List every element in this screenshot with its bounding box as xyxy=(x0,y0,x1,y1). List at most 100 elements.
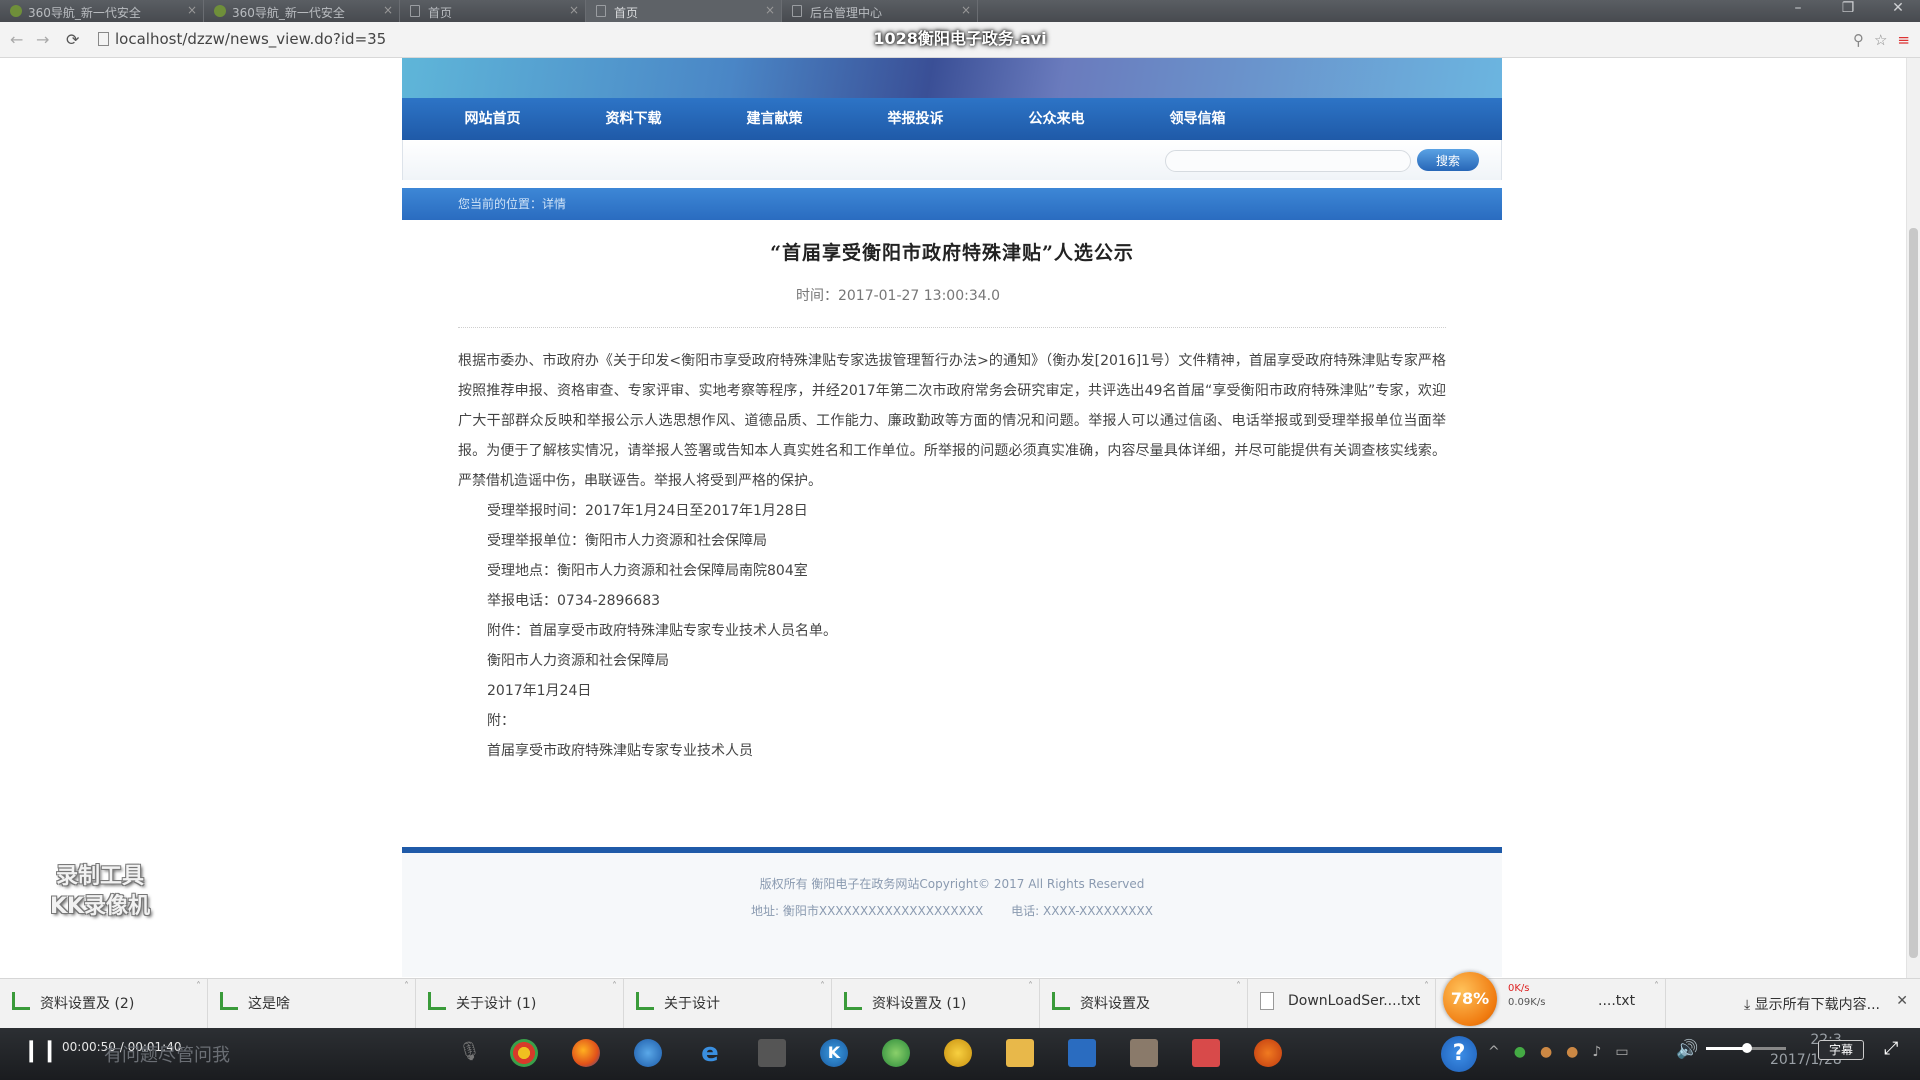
divider xyxy=(458,327,1446,328)
chevron-down-icon[interactable]: ˄ xyxy=(404,981,409,992)
chevron-down-icon[interactable]: ˄ xyxy=(1028,981,1033,992)
download-speed: 0.09K/s xyxy=(1508,997,1546,1008)
download-item[interactable]: ....txt ˄ xyxy=(1570,979,1666,1029)
article-line: 受理举报时间：2017年1月24日至2017年1月28日 xyxy=(487,503,808,519)
store-icon[interactable] xyxy=(758,1039,786,1067)
chevron-down-icon[interactable]: ˄ xyxy=(196,981,201,992)
app-leaf-icon[interactable] xyxy=(882,1039,910,1067)
nav-item-downloads[interactable]: 资料下载 xyxy=(563,98,704,140)
recorder-watermark: 录制工具 KK录像机 xyxy=(49,864,151,919)
word-icon[interactable] xyxy=(1068,1039,1096,1067)
tray-app-icon[interactable]: ● xyxy=(1540,1044,1552,1060)
firefox-icon[interactable] xyxy=(572,1039,600,1067)
download-file-icon xyxy=(12,992,30,1010)
page-scrollbar[interactable] xyxy=(1906,58,1920,978)
page-icon xyxy=(596,5,606,17)
close-icon[interactable]: × xyxy=(383,3,393,17)
maximize-icon[interactable]: ❐ xyxy=(1834,0,1862,22)
download-bar: 资料设置及 (2) ˄ 这是啥 ˄ 关于设计 (1) ˄ 关于设计 ˄ 资料设置及 (1… xyxy=(0,978,1920,1029)
download-item[interactable]: 关于设计 (1) ˄ xyxy=(416,979,624,1029)
edge-icon[interactable]: e xyxy=(696,1039,724,1067)
article-line: 举报电话：0734-2896683 xyxy=(487,593,661,609)
article-body: 根据市委办、市政府办《关于印发<衡阳市享受政府特殊津贴专家选拔管理暂行办法>的通… xyxy=(458,346,1446,766)
speaker-icon[interactable]: ♪ xyxy=(1592,1044,1601,1060)
breadcrumb: 您当前的位置：详情 xyxy=(402,188,1502,220)
chevron-down-icon[interactable]: ˄ xyxy=(612,981,617,992)
close-icon[interactable]: × xyxy=(961,3,971,17)
close-icon[interactable]: ✕ xyxy=(1896,993,1908,1009)
browser-360-icon[interactable] xyxy=(634,1039,662,1067)
footer-copyright: 版权所有 衡阳电子在政务网站Copyright© 2017 All Rights… xyxy=(759,877,1145,891)
browser-tab[interactable]: 360导航_新一代安全 × xyxy=(0,0,204,22)
main-nav: 网站首页 资料下载 建言献策 举报投诉 公众来电 领导信箱 xyxy=(402,98,1502,140)
app-bird-icon[interactable] xyxy=(944,1039,972,1067)
security-icon[interactable]: ● xyxy=(1514,1044,1526,1060)
pause-icon[interactable]: ❙❙ xyxy=(22,1038,59,1063)
network-icon[interactable]: ▭ xyxy=(1615,1044,1628,1060)
browser-tab-bar: 360导航_新一代安全 × 360导航_新一代安全 × 首页 × 首页 × 后台管理中心… xyxy=(0,0,1920,22)
file-explorer-icon[interactable] xyxy=(1006,1039,1034,1067)
browser-tab[interactable]: 360导航_新一代安全 × xyxy=(204,0,400,22)
speed-ball[interactable]: 78% xyxy=(1443,972,1497,1026)
kk-recorder-icon[interactable]: K xyxy=(820,1039,848,1067)
close-icon[interactable]: × xyxy=(765,3,775,17)
cortana-search-hint[interactable]: 有问题尽管问我 xyxy=(104,1041,230,1067)
archive-icon[interactable] xyxy=(1130,1039,1158,1067)
network-speed: 0K/s 0.09K/s xyxy=(1508,982,1545,1010)
chevron-up-icon[interactable]: ^ xyxy=(1488,1044,1500,1060)
download-file-icon xyxy=(428,992,446,1010)
download-file-icon xyxy=(844,992,862,1010)
pdf-icon[interactable] xyxy=(1192,1039,1220,1067)
nav-item-complaints[interactable]: 举报投诉 xyxy=(845,98,986,140)
close-icon[interactable]: × xyxy=(569,3,579,17)
system-tray: ^ ● ● ● ♪ ▭ xyxy=(1488,1044,1629,1060)
show-all-downloads-link[interactable]: ⤓ 显示所有下载内容... xyxy=(1744,994,1880,1014)
nav-item-leader-mailbox[interactable]: 领导信箱 xyxy=(1127,98,1268,140)
article-line: 衡阳市人力资源和社会保障局 xyxy=(487,653,669,669)
volume-knob[interactable] xyxy=(1742,1043,1752,1053)
chevron-down-icon[interactable]: ˄ xyxy=(1236,981,1241,992)
nav-item-public-calls[interactable]: 公众来电 xyxy=(986,98,1127,140)
close-window-icon[interactable]: ✕ xyxy=(1884,0,1912,22)
footer-phone: 电话: XXXX-XXXXXXXXX xyxy=(1011,904,1153,918)
article-title: “首届享受衡阳市政府特殊津贴”人选公示 xyxy=(770,242,1134,264)
download-item[interactable]: 这是啥 ˄ xyxy=(208,979,416,1029)
app-orange-icon[interactable] xyxy=(1254,1039,1282,1067)
browser-tab[interactable]: 首页 × xyxy=(400,0,586,22)
download-item[interactable]: 资料设置及 (2) ˄ xyxy=(0,979,208,1029)
close-icon[interactable]: × xyxy=(187,3,197,17)
scrollbar-thumb[interactable] xyxy=(1909,228,1918,958)
search-button[interactable]: 搜索 xyxy=(1417,149,1479,171)
chevron-down-icon[interactable]: ˄ xyxy=(1654,981,1659,992)
nav-item-suggestions[interactable]: 建言献策 xyxy=(704,98,845,140)
chrome-icon[interactable] xyxy=(510,1039,538,1067)
page-icon xyxy=(792,5,802,17)
article-line: 受理地点：衡阳市人力资源和社会保障局南院804室 xyxy=(487,563,808,579)
text-file-icon xyxy=(1260,992,1274,1010)
article-line: 首届享受市政府特殊津贴专家专业技术人员 xyxy=(487,743,753,759)
download-item[interactable]: 关于设计 ˄ xyxy=(624,979,832,1029)
download-item[interactable]: 资料设置及 (1) ˄ xyxy=(832,979,1040,1029)
help-icon[interactable]: ? xyxy=(1441,1036,1477,1072)
minimize-icon[interactable]: – xyxy=(1784,0,1812,22)
subtitle-button[interactable]: 字幕 xyxy=(1818,1040,1864,1060)
download-item[interactable]: DownLoadSer....txt ˄ xyxy=(1248,979,1436,1029)
tray-app-icon[interactable]: ● xyxy=(1566,1044,1578,1060)
browser-tab-active[interactable]: 首页 × xyxy=(586,0,782,22)
article-line: 附： xyxy=(487,713,515,729)
download-item[interactable]: 资料设置及 ˄ xyxy=(1040,979,1248,1029)
article-paragraph: 根据市委办、市政府办《关于印发<衡阳市享受政府特殊津贴专家选拔管理暂行办法>的通… xyxy=(458,353,1446,489)
download-file-icon xyxy=(636,992,654,1010)
volume-icon[interactable]: 🔊 xyxy=(1676,1039,1698,1060)
article-line: 2017年1月24日 xyxy=(487,683,592,699)
footer-contact: 地址: 衡阳市XXXXXXXXXXXXXXXXXXXX 电话: XXXX-XXX… xyxy=(402,902,1502,919)
chevron-down-icon[interactable]: ˄ xyxy=(1424,981,1429,992)
article-time: 时间：2017-01-27 13:00:34.0 xyxy=(795,288,1001,304)
browser-tab[interactable]: 后台管理中心 × xyxy=(782,0,978,22)
search-input[interactable] xyxy=(1165,150,1411,172)
microphone-icon[interactable]: 🎙 xyxy=(458,1041,481,1062)
chevron-down-icon[interactable]: ˄ xyxy=(820,981,825,992)
nav-item-home[interactable]: 网站首页 xyxy=(422,98,563,140)
fullscreen-icon[interactable]: ⤢ xyxy=(1884,1038,1898,1059)
browser-logo-icon xyxy=(214,5,226,17)
